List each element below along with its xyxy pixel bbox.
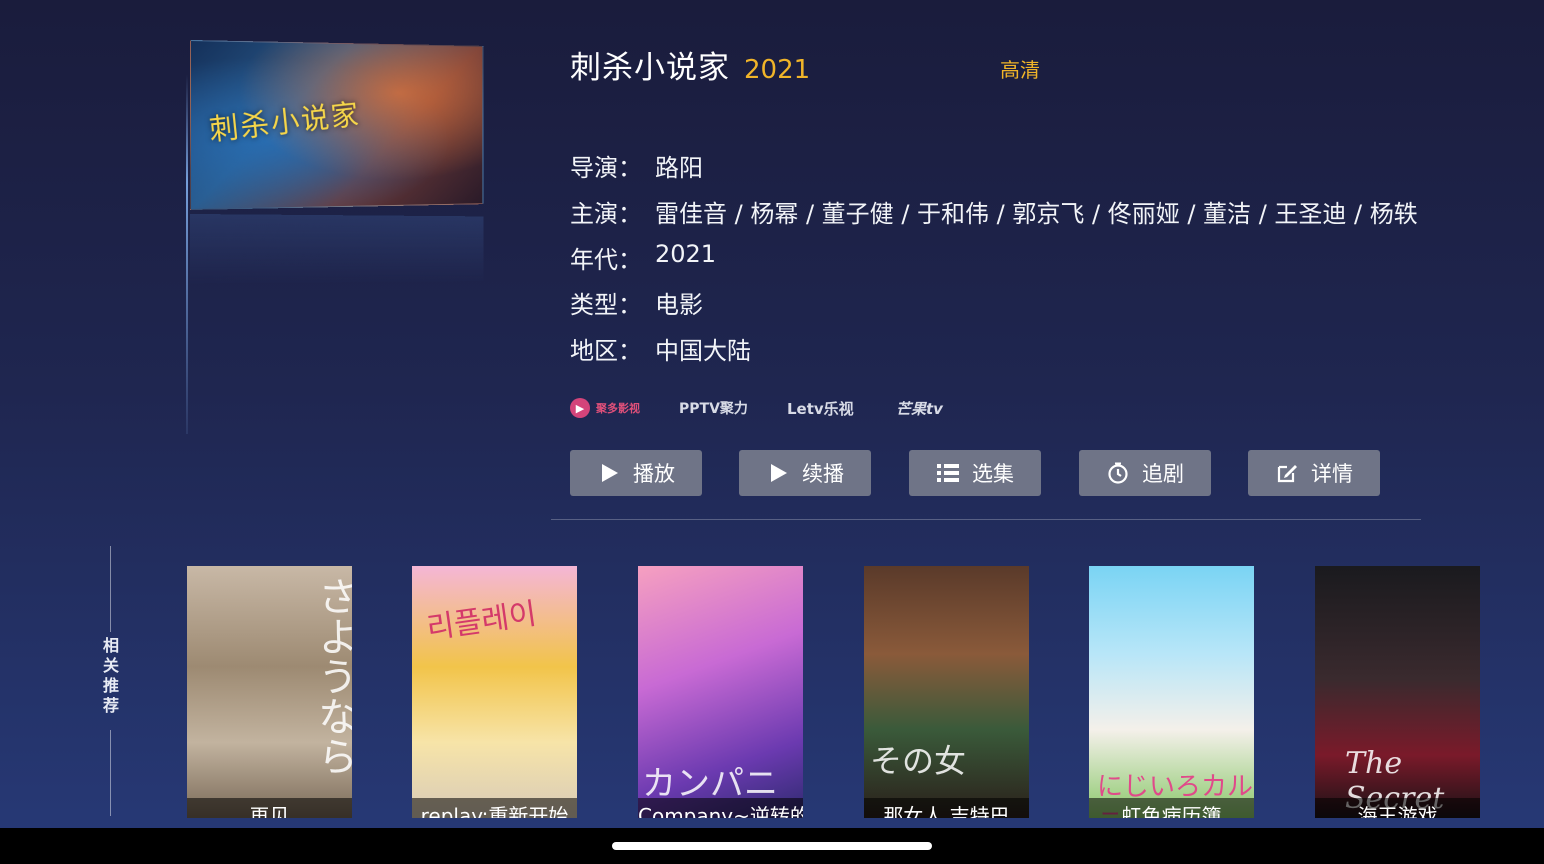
related-poster: にじいろカルテ [1089,566,1254,818]
related-card[interactable]: その女 那女人 吉特巴 [864,566,1029,818]
related-title: 再见 [187,798,352,818]
year-value: 2021 [655,240,717,268]
related-card[interactable]: カンパニー Company~逆转的天鹅~ [638,566,803,818]
list-icon [936,461,960,485]
related-poster: その女 [864,566,1029,818]
related-card[interactable]: さようなら 再见 [187,566,352,818]
movie-poster: 刺杀小说家 [190,40,484,210]
cast-row: 主演： 雷佳音 / 杨幂 / 董子健 / 于和伟 / 郭京飞 / 佟丽娅 / 董… [570,194,1418,229]
related-card[interactable]: The Secret 海王游戏 [1315,566,1480,818]
related-line-bottom [110,730,111,816]
source-letv[interactable]: Letv乐视 [787,396,854,420]
cast-value: 雷佳音 / 杨幂 / 董子健 / 于和伟 / 郭京飞 / 佟丽娅 / 董洁 / … [655,200,1418,228]
juduo-logo-icon: ▶ [570,398,590,418]
movie-year: 2021 [744,55,811,85]
poster-area: 刺杀小说家 [182,34,512,434]
related-title: replay:重新开始 [412,798,577,818]
source-juduo-label: 聚多影视 [596,402,640,415]
director-label: 导演： [570,154,642,182]
type-row: 类型： 电影 [570,285,703,320]
play-icon [766,461,790,485]
cast-label: 主演： [570,200,642,228]
related-poster: The Secret [1315,566,1480,818]
play-button[interactable]: 播放 [570,450,702,496]
quality-badge: 高清 [1000,58,1040,82]
title-row: 刺杀小说家 2021 [570,42,810,87]
related-title: 海王游戏 [1315,798,1480,818]
related-title: 那女人 吉特巴 [864,798,1029,818]
related-label: 相关推荐 [102,636,119,715]
source-pptv[interactable]: PPTV聚力 [679,396,748,420]
edit-icon [1275,461,1299,485]
related-card[interactable]: 리플레이 replay:重新开始 [412,566,577,818]
poster-art-text: その女 [870,742,967,780]
source-letv-label: Letv乐视 [787,399,854,418]
related-line-top [110,546,111,632]
episodes-button-label: 选集 [972,462,1014,486]
region-value: 中国大陆 [655,337,751,365]
movie-title: 刺杀小说家 [570,50,730,86]
related-poster: さようなら [187,566,352,818]
poster-glow-line [186,74,188,434]
play-icon [597,461,621,485]
year-row: 年代： 2021 [570,240,716,275]
director-row: 导演： 路阳 [570,148,703,183]
section-divider [551,519,1421,520]
poster-reflection [190,214,484,284]
related-poster: 리플레이 [412,566,577,818]
source-pptv-label: PPTV聚力 [679,401,748,417]
episodes-button[interactable]: 选集 [909,450,1041,496]
follow-button[interactable]: 追剧 [1079,450,1211,496]
poster-art-text: 리플레이 [424,596,539,647]
related-poster: カンパニー [638,566,803,818]
follow-button-label: 追剧 [1142,462,1184,486]
detail-button[interactable]: 详情 [1248,450,1380,496]
related-title: 虹色病历簿 [1089,798,1254,818]
clock-icon [1106,461,1130,485]
poster-art-text: さようなら [311,576,352,776]
region-label: 地区： [570,337,642,365]
type-label: 类型： [570,291,642,319]
related-card[interactable]: にじいろカルテ 虹色病历簿 [1089,566,1254,818]
year-label: 年代： [570,246,642,274]
type-value: 电影 [655,291,703,319]
source-mango[interactable]: 芒果tv [896,396,943,420]
resume-button[interactable]: 续播 [739,450,871,496]
home-indicator[interactable] [612,842,932,850]
detail-button-label: 详情 [1311,462,1353,486]
related-title: Company~逆转的天鹅~ [638,798,803,818]
director-value: 路阳 [655,154,703,182]
region-row: 地区： 中国大陆 [570,331,751,366]
source-juduo[interactable]: ▶ 聚多影视 [570,396,640,420]
source-mango-label: 芒果tv [896,399,943,418]
poster-title-text: 刺杀小说家 [207,97,362,149]
resume-button-label: 续播 [802,462,844,486]
play-button-label: 播放 [633,462,675,486]
